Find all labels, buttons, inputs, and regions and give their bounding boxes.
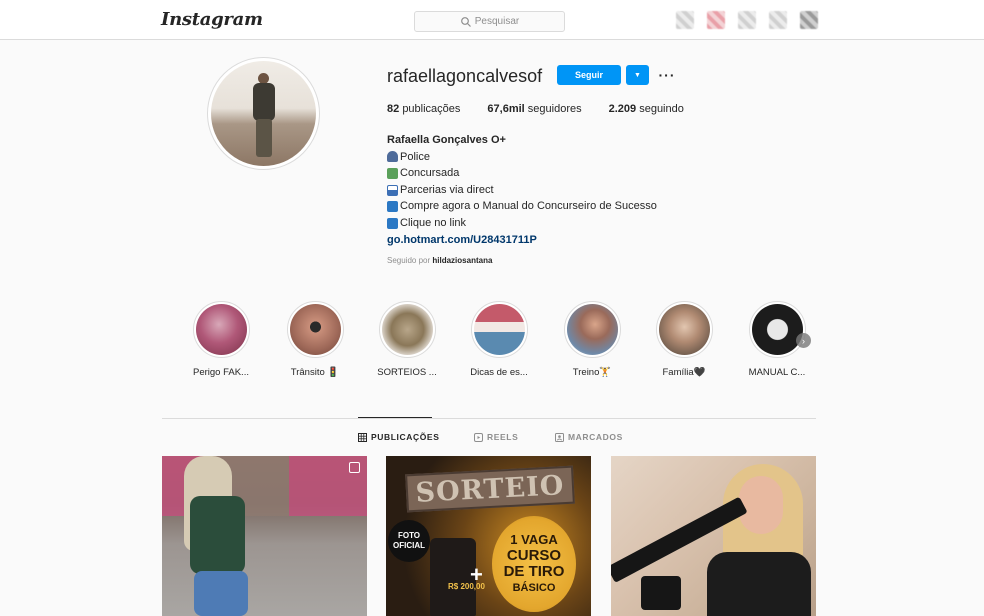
followed-by[interactable]: Seguido por hildaziosantana: [387, 256, 492, 265]
highlight-cover: [658, 304, 710, 355]
post-figure-jeans: [194, 571, 248, 616]
post-curso-text: CURSO: [506, 547, 562, 564]
post-thumbnail[interactable]: [162, 456, 367, 616]
profile-avatar[interactable]: [207, 57, 320, 170]
post-figure-body: [707, 552, 811, 616]
followers-link[interactable]: 67,6mil seguidores: [487, 103, 581, 115]
active-tab-indicator: [358, 417, 432, 418]
bio-line: Concursada: [387, 165, 657, 182]
bio-line: Compre agora o Manual do Concurseiro de …: [387, 198, 657, 215]
tab-publicacoes[interactable]: PUBLICAÇÕES: [358, 432, 439, 442]
highlight-ring: [655, 301, 713, 358]
chevron-down-icon: ▼: [634, 71, 641, 79]
police-officer-icon: [387, 151, 398, 163]
bio-line: Clique no link: [387, 215, 657, 232]
highlight-label: Treino🏋: [572, 367, 612, 378]
highlight-ring: [470, 301, 528, 358]
story-highlight[interactable]: Perigo FAK...: [181, 301, 261, 378]
highlight-ring: [563, 301, 621, 358]
following-link[interactable]: 2.209 seguindo: [609, 103, 684, 115]
highlight-label: SORTEIOS ...: [377, 367, 437, 378]
ship-icon: [387, 184, 398, 196]
search-placeholder: Pesquisar: [474, 16, 520, 27]
highlight-cover: [289, 304, 341, 355]
bio-external-link[interactable]: go.hotmart.com/U28431711P: [387, 232, 657, 249]
ledger-icon: [387, 167, 398, 179]
highlight-cover: [751, 304, 803, 355]
tagged-icon: [555, 432, 564, 442]
highlight-label: Dicas de es...: [470, 367, 528, 378]
home-icon[interactable]: [676, 11, 694, 29]
activity-icon[interactable]: [769, 11, 787, 29]
tab-reels[interactable]: REELS: [474, 432, 518, 442]
post-figure-shirt: [190, 496, 245, 574]
avatar-image: [211, 61, 316, 166]
post-rifle-grip: [641, 576, 681, 610]
bio-line: Parcerias via direct: [387, 182, 657, 199]
profile-bio: Rafaella Gonçalves O+ Police Concursada …: [387, 132, 657, 248]
bio-line: Police: [387, 149, 657, 166]
direct-icon[interactable]: [707, 11, 725, 29]
follow-button[interactable]: Seguir: [557, 65, 621, 85]
post-sign-text: SORTEIO: [405, 465, 575, 513]
post-basico-text: BÁSICO: [512, 582, 556, 594]
highlight-label: Família🖤: [662, 367, 706, 378]
grid-icon: [358, 432, 367, 442]
explore-icon[interactable]: [738, 11, 756, 29]
tabs-divider: [162, 418, 816, 419]
story-highlight[interactable]: SORTEIOS ...: [367, 301, 447, 378]
post-thumbnail[interactable]: SORTEIO FOTO OFICIAL + R$ 200,00 1 VAGA …: [386, 456, 591, 616]
story-highlight[interactable]: Família🖤: [644, 301, 724, 378]
highlight-cover: [195, 304, 247, 355]
top-nav: Instagram Pesquisar: [0, 0, 984, 40]
highlight-label: Trânsito 🚦: [290, 367, 340, 378]
search-input[interactable]: Pesquisar: [414, 11, 565, 32]
post-badge: FOTO OFICIAL: [388, 520, 430, 562]
chevron-right-icon: ›: [802, 335, 805, 346]
highlight-cover: [381, 304, 433, 355]
profile-username: rafaellagoncalvesof: [387, 66, 543, 86]
profile-stats: 82 publicações 67,6mil seguidores 2.209 …: [387, 103, 711, 115]
down-arrow-icon: [387, 201, 398, 213]
highlight-label: Perigo FAK...: [193, 367, 249, 378]
highlight-label: MANUAL C...: [748, 367, 806, 378]
highlight-ring: [378, 301, 436, 358]
story-highlight[interactable]: Treino🏋: [552, 301, 632, 378]
post-vaga-text: 1 VAGA: [510, 532, 558, 547]
highlights-next-button[interactable]: ›: [796, 333, 811, 348]
search-icon: [460, 16, 471, 27]
highlight-cover: [566, 304, 618, 355]
profile-full-name: Rafaella Gonçalves O+: [387, 134, 506, 146]
info-icon: [387, 217, 398, 229]
instagram-logo[interactable]: Instagram: [161, 9, 263, 30]
story-highlight[interactable]: Dicas de es...: [459, 301, 539, 378]
tab-marcados[interactable]: MARCADOS: [555, 432, 623, 442]
posts-count: 82 publicações: [387, 103, 461, 115]
post-thumbnail[interactable]: [611, 456, 816, 616]
story-highlight[interactable]: Trânsito 🚦: [275, 301, 355, 378]
highlight-ring: [286, 301, 344, 358]
profile-icon[interactable]: [800, 11, 818, 29]
reels-icon: [474, 432, 483, 442]
post-gold-badge: 1 VAGA CURSO DE TIRO BÁSICO: [492, 516, 576, 612]
highlight-ring: [748, 301, 806, 358]
post-detiro-text: DE TIRO: [503, 563, 565, 580]
more-options-button[interactable]: ···: [658, 66, 676, 84]
suggested-dropdown-button[interactable]: ▼: [626, 65, 649, 85]
post-figure-face: [739, 476, 783, 534]
carousel-icon: [349, 462, 360, 473]
highlight-ring: [192, 301, 250, 358]
post-price: R$ 200,00: [448, 582, 485, 591]
highlight-cover: [473, 304, 525, 355]
more-options-icon: ···: [658, 67, 676, 83]
nav-icon-group: [676, 11, 818, 29]
